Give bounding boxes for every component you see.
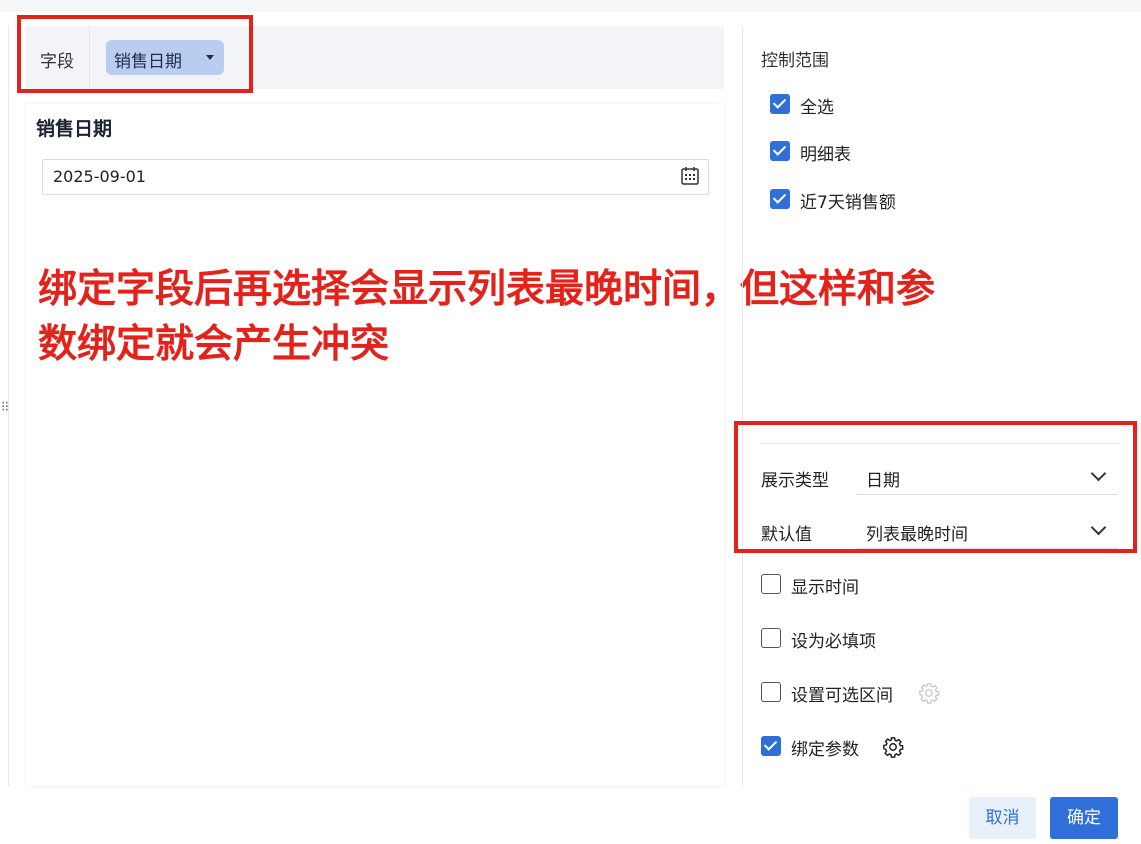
checkbox-checked-icon[interactable] <box>761 736 781 756</box>
confirm-button[interactable]: 确定 <box>1050 797 1118 839</box>
cancel-button[interactable]: 取消 <box>969 797 1036 839</box>
left-panel: 字段 销售日期 销售日期 2025-09-01 <box>26 26 724 786</box>
caret-down-icon <box>206 55 214 60</box>
checkbox-unchecked-icon[interactable] <box>761 628 781 648</box>
filter-preview-card: 销售日期 2025-09-01 <box>26 104 724 786</box>
calendar-icon[interactable] <box>680 166 700 186</box>
right-divider <box>742 26 743 786</box>
display-type-value: 日期 <box>866 471 900 491</box>
default-value-label: 默认值 <box>761 525 812 545</box>
checkbox-label: 设为必填项 <box>791 632 876 652</box>
checkbox-checked-icon[interactable] <box>770 94 790 114</box>
gear-icon <box>919 683 940 704</box>
checkbox-unchecked-icon[interactable] <box>761 574 781 594</box>
checkbox-label: 显示时间 <box>791 578 859 598</box>
gear-icon[interactable] <box>882 736 904 758</box>
filter-title: 销售日期 <box>36 118 113 140</box>
control-range-title: 控制范围 <box>761 51 829 71</box>
field-bar: 字段 销售日期 <box>26 26 724 89</box>
annotation-line-2: 数绑定就会产生冲突 <box>38 322 390 367</box>
checkbox-label: 绑定参数 <box>791 740 859 760</box>
checkbox-checked-icon[interactable] <box>770 141 790 161</box>
date-input[interactable]: 2025-09-01 <box>42 159 709 195</box>
checkbox-label: 明细表 <box>800 145 851 165</box>
chevron-down-icon <box>1090 465 1107 482</box>
date-value: 2025-09-01 <box>53 167 146 186</box>
annotation-text: 绑定字段后再选择会显示列表最晚时间，但这样和参 数绑定就会产生冲突 <box>38 262 1118 372</box>
top-strip <box>0 0 1141 12</box>
field-select-chip[interactable]: 销售日期 <box>106 40 224 75</box>
checkbox-label: 设置可选区间 <box>791 686 893 706</box>
checkbox-label: 近7天销售额 <box>800 193 896 213</box>
field-label: 字段 <box>40 52 74 72</box>
drag-handle-icon[interactable]: ⁝⁝ <box>1 396 15 418</box>
checkbox-checked-icon[interactable] <box>770 189 790 209</box>
checkbox-unchecked-icon[interactable] <box>761 682 781 702</box>
default-value-value: 列表最晚时间 <box>866 525 968 545</box>
chevron-down-icon <box>1090 519 1107 536</box>
field-chip-label: 销售日期 <box>114 52 182 72</box>
annotation-line-1: 绑定字段后再选择会显示列表最晚时间，但这样和参 <box>38 267 936 312</box>
settings-divider <box>761 443 1119 444</box>
field-separator <box>89 26 90 89</box>
checkbox-label: 全选 <box>800 98 834 118</box>
display-type-label: 展示类型 <box>761 471 829 491</box>
display-type-select[interactable]: 日期 <box>857 460 1118 495</box>
default-value-select[interactable]: 列表最晚时间 <box>857 514 1118 549</box>
